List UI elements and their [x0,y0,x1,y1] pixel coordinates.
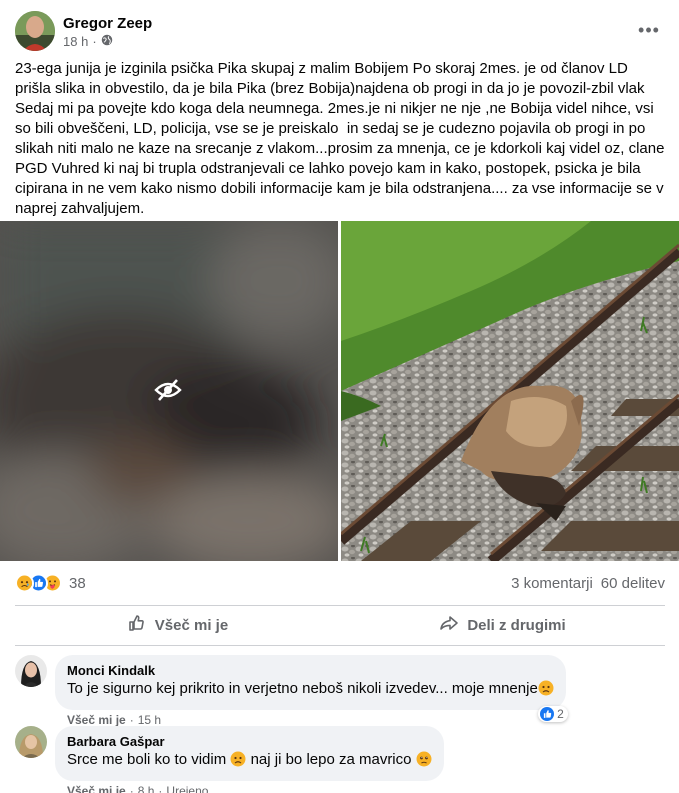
comment-like-link[interactable]: Všeč mi je [67,713,126,727]
author-name[interactable]: Gregor Zeep [63,14,152,34]
comment-text-body: To je sigurno kej prikrito in verjetno n… [67,680,538,697]
comment-count-link[interactable]: 3 komentarji [511,575,593,592]
more-icon: ••• [638,19,660,40]
post-stats: 38 3 komentarji 60 delitev [15,571,665,595]
like-reaction-icon [540,707,555,721]
share-arrow-icon [439,613,459,637]
share-button-label: Deli z drugimi [467,616,566,634]
comment-reaction-count: 2 [557,707,564,721]
comment-edited-label: Urejeno [166,784,209,793]
meta-separator: · [129,784,134,793]
reactions-summary[interactable]: 38 [15,573,86,593]
like-button-label: Všeč mi je [154,616,229,634]
like-button[interactable]: Všeč mi je [15,606,340,644]
commenter-avatar[interactable] [15,655,47,687]
eye-slash-icon[interactable] [154,378,182,407]
author-avatar[interactable] [15,11,55,51]
post-meta: 18 h · [63,34,152,49]
post-text: 23-ega junija je izginila psička Pika sk… [15,60,669,217]
comment-reactions[interactable]: 2 [538,706,568,722]
railway-photo[interactable] [341,221,679,561]
meta-separator: · [158,784,163,793]
post-media [0,221,679,561]
comment-bubble: Barbara Gašpar Srce me boli ko to vidim … [55,726,444,781]
comment-meta: Všeč mi je · 8 h · Urejeno [55,784,444,793]
comment-text: Srce me boli ko to vidim naj ji bo lepo … [67,750,432,773]
sad-reaction-icon [15,573,34,593]
commenter-name[interactable]: Monci Kindalk [67,663,554,679]
meta-separator: · [129,713,134,727]
blurred-photo[interactable] [0,221,338,561]
commenter-name[interactable]: Barbara Gašpar [67,734,432,750]
sad-emoji-icon [230,751,246,773]
post-time[interactable]: 18 h [63,34,88,49]
share-count-link[interactable]: 60 delitev [601,575,665,592]
comment-meta: Všeč mi je · 15 h [55,713,566,727]
globe-icon [101,34,113,49]
more-options-button[interactable]: ••• [631,12,667,48]
share-button[interactable]: Deli z drugimi [340,606,665,644]
post-actions: Všeč mi je Deli z drugimi [15,606,665,644]
sad-emoji-icon [538,680,554,702]
thumbs-up-icon [127,613,147,637]
comment-text: To je sigurno kej prikrito in verjetno n… [67,679,554,702]
comment: Monci Kindalk To je sigurno kej prikrito… [15,655,568,727]
reaction-count: 38 [69,574,86,592]
comment-time[interactable]: 8 h [138,784,155,793]
comment-like-link[interactable]: Všeč mi je [67,784,126,793]
comment-bubble: Monci Kindalk To je sigurno kej prikrito… [55,655,568,722]
comment-time[interactable]: 15 h [138,713,161,727]
teary-emoji-icon [416,751,432,773]
divider [15,645,665,646]
post-header: Gregor Zeep 18 h · [15,11,152,51]
commenter-avatar[interactable] [15,726,47,758]
comment: Barbara Gašpar Srce me boli ko to vidim … [15,726,444,793]
comment-text-part-b: naj ji bo lepo za mavrico [246,751,412,768]
meta-separator: · [92,33,97,49]
comment-text-part-a: Srce me boli ko to vidim [67,751,227,768]
